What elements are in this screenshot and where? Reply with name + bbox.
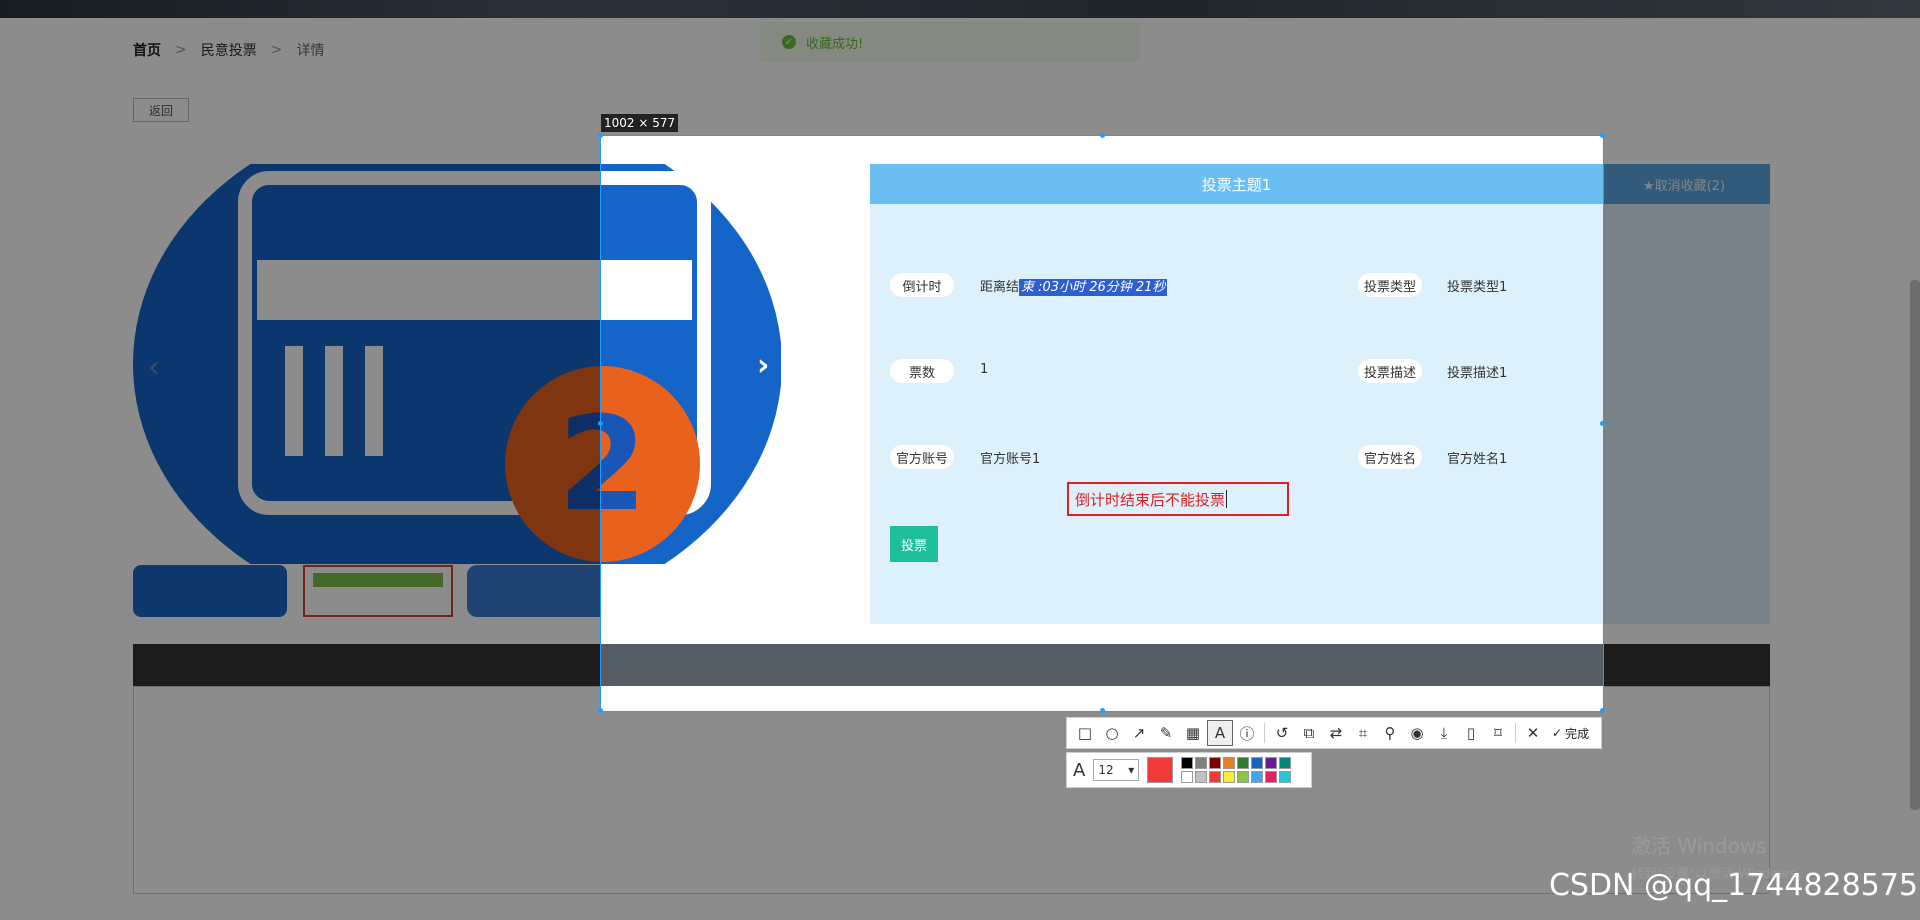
resize-handle[interactable] — [1100, 133, 1105, 138]
text-caret — [1226, 490, 1228, 508]
color-swatch[interactable] — [1237, 757, 1250, 769]
countdown-time: 束 :03小时 26分钟 21秒 — [1019, 279, 1168, 296]
text-icon[interactable]: A — [1207, 720, 1233, 746]
translate-icon[interactable]: ⇄ — [1324, 721, 1348, 745]
current-color-swatch[interactable] — [1147, 757, 1174, 783]
pin-icon[interactable]: ⚲ — [1378, 721, 1402, 745]
official-name-value: 官方姓名1 — [1447, 452, 1508, 467]
color-swatch[interactable] — [1181, 757, 1194, 769]
color-swatch[interactable] — [1279, 771, 1292, 783]
carousel-image-visible: 2 — [601, 164, 781, 564]
vote-count-value: 1 — [980, 362, 989, 377]
serial-number-icon[interactable]: ⓘ — [1235, 721, 1259, 745]
vote-type-value: 投票类型1 — [1447, 280, 1508, 295]
record-icon[interactable]: ◉ — [1405, 721, 1429, 745]
official-account-label: 官方账号 — [890, 445, 954, 469]
ellipse-icon[interactable]: ○ — [1100, 721, 1124, 745]
resize-handle[interactable] — [598, 133, 603, 138]
color-swatch[interactable] — [1223, 771, 1236, 783]
detail-tab-bar-visible — [601, 644, 1603, 686]
selection-size-label: 1002 × 577 — [601, 114, 679, 132]
color-swatch[interactable] — [1237, 771, 1250, 783]
vote-button[interactable]: 投票 — [890, 526, 938, 562]
vote-type-label: 投票类型 — [1358, 273, 1422, 297]
screenshot-selection[interactable]: 2 › 投票主题1 倒计时 距离结束 :03小时 26分钟 21秒 投票类型 投… — [600, 135, 1604, 712]
close-icon[interactable]: ✕ — [1521, 721, 1545, 745]
check-icon: ✓ — [1552, 726, 1563, 740]
color-swatch[interactable] — [1251, 757, 1264, 769]
activation-title: 激活 Windows — [1631, 834, 1767, 858]
vote-card: 投票主题1 倒计时 距离结束 :03小时 26分钟 21秒 投票类型 投票类型1… — [870, 164, 1603, 624]
color-palette — [1181, 757, 1292, 783]
color-swatch[interactable] — [1265, 757, 1278, 769]
long-screenshot-icon[interactable]: ⧉ — [1297, 721, 1321, 745]
phone-icon[interactable]: ▯ — [1459, 721, 1483, 745]
color-swatch[interactable] — [1195, 771, 1208, 783]
font-icon: A — [1073, 759, 1086, 781]
vote-title: 投票主题1 — [870, 164, 1603, 204]
undo-icon[interactable]: ↺ — [1270, 721, 1294, 745]
color-swatch[interactable] — [1251, 771, 1264, 783]
resize-handle[interactable] — [1100, 708, 1105, 713]
color-swatch[interactable] — [1181, 771, 1194, 783]
toolbar-divider — [1515, 723, 1516, 743]
arrow-icon[interactable]: ↗ — [1127, 721, 1151, 745]
resize-handle[interactable] — [1600, 421, 1605, 426]
ocr-icon[interactable]: ⌗ — [1351, 721, 1375, 745]
vote-row-count: 票数 1 投票描述 投票描述1 — [870, 359, 1603, 383]
countdown-label: 倒计时 — [890, 273, 954, 297]
toolbar-divider — [1264, 723, 1265, 743]
text-annotation[interactable]: 倒计时结束后不能投票 — [1067, 482, 1289, 516]
color-swatch[interactable] — [1195, 757, 1208, 769]
color-swatch[interactable] — [1279, 757, 1292, 769]
official-account-value: 官方账号1 — [980, 452, 1041, 467]
rectangle-icon[interactable]: □ — [1073, 721, 1097, 745]
download-icon[interactable]: ⤓ — [1432, 721, 1456, 745]
done-button[interactable]: ✓ 完成 — [1552, 725, 1589, 742]
annotation-text: 倒计时结束后不能投票 — [1075, 490, 1226, 509]
done-label: 完成 — [1565, 726, 1590, 741]
resize-handle[interactable] — [598, 708, 603, 713]
caret-down-icon: ▾ — [1128, 763, 1135, 777]
color-swatch[interactable] — [1223, 757, 1236, 769]
screenshot-toolbar: □ ○ ↗ ✎ ▦ A ⓘ ↺ ⧉ ⇄ ⌗ ⚲ ◉ ⤓ ▯ ⌑ ✕ ✓ 完成 — [1066, 717, 1602, 749]
font-size-select[interactable]: 12 ▾ — [1093, 759, 1140, 781]
vote-desc-label: 投票描述 — [1358, 359, 1422, 383]
bookmark-icon[interactable]: ⌑ — [1486, 721, 1510, 745]
svg-text:2: 2 — [601, 388, 647, 540]
color-swatch[interactable] — [1265, 771, 1278, 783]
text-properties-bar: A 12 ▾ — [1066, 752, 1312, 788]
vote-row-account: 官方账号 官方账号1 官方姓名 官方姓名1 — [870, 445, 1603, 469]
color-swatch[interactable] — [1209, 757, 1222, 769]
countdown-value: 距离结束 :03小时 26分钟 21秒 — [980, 276, 1168, 296]
mosaic-icon[interactable]: ▦ — [1181, 721, 1205, 745]
vote-count-label: 票数 — [890, 359, 954, 383]
color-swatch[interactable] — [1209, 771, 1222, 783]
pencil-icon[interactable]: ✎ — [1154, 721, 1178, 745]
official-name-label: 官方姓名 — [1358, 445, 1422, 469]
chevron-right-icon[interactable]: › — [757, 348, 769, 383]
resize-handle[interactable] — [1600, 133, 1605, 138]
font-size-value: 12 — [1098, 763, 1114, 777]
vote-desc-value: 投票描述1 — [1447, 366, 1508, 381]
vote-row-countdown: 倒计时 距离结束 :03小时 26分钟 21秒 投票类型 投票类型1 — [870, 273, 1603, 297]
csdn-watermark: CSDN @qq_1744828575 — [1548, 868, 1918, 903]
resize-handle[interactable] — [598, 421, 603, 426]
resize-handle[interactable] — [1600, 708, 1605, 713]
countdown-prefix: 距离结 — [980, 280, 1020, 295]
